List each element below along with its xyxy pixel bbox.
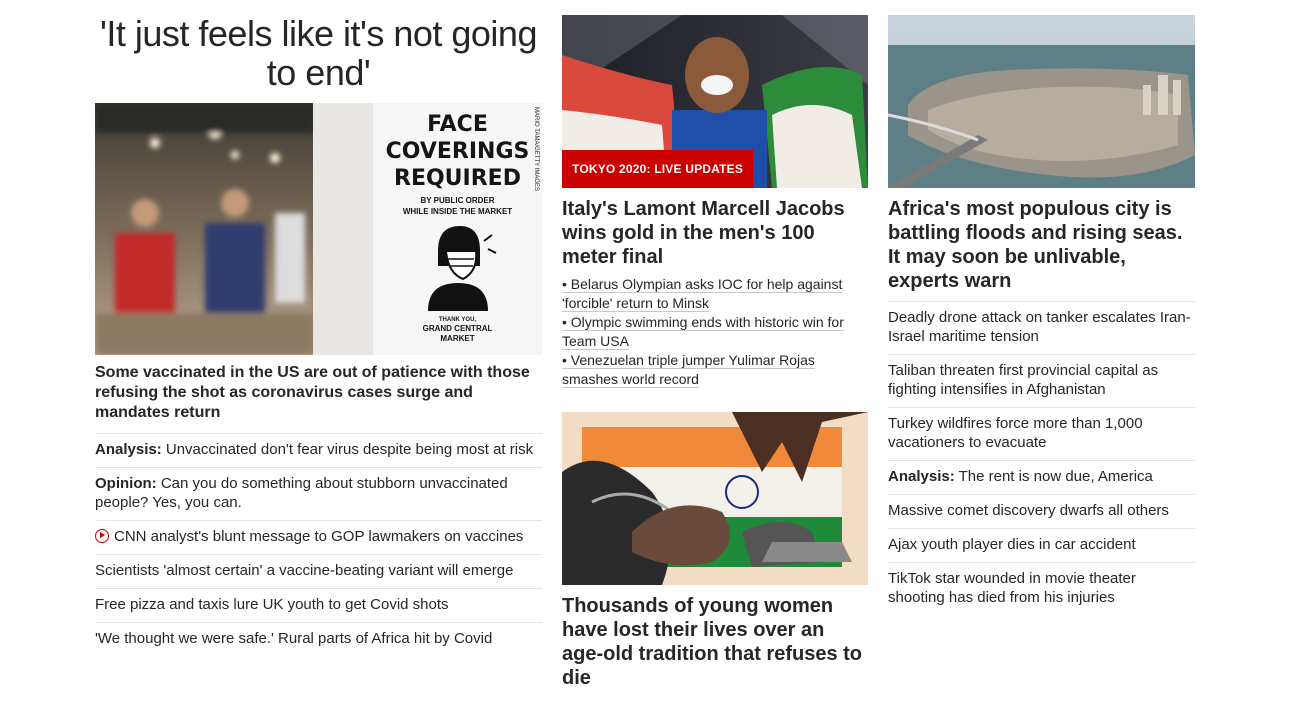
olympics-headline[interactable]: Italy's Lamont Marcell Jacobs wins gold … xyxy=(562,197,868,269)
analysis-kicker: Analysis: xyxy=(888,468,955,485)
opinion-kicker: Opinion: xyxy=(95,475,157,492)
list-item-text[interactable]: Free pizza and taxis lure UK youth to ge… xyxy=(95,596,449,613)
bullet-item[interactable]: • Belarus Olympian asks IOC for help aga… xyxy=(562,275,868,313)
world-news-list: Deadly drone attack on tanker escalates … xyxy=(888,301,1195,615)
sign-thank-you: THANK YOU, xyxy=(438,317,477,323)
tradition-image[interactable] xyxy=(562,412,868,585)
list-item[interactable]: Opinion: Can you do something about stub… xyxy=(95,467,542,520)
column-world: Africa's most populous city is battling … xyxy=(888,0,1195,615)
list-item-text[interactable]: Unvaccinated don't fear virus despite be… xyxy=(166,441,533,458)
list-item-text[interactable]: CNN analyst's blunt message to GOP lawma… xyxy=(114,528,523,545)
list-item[interactable]: TikTok star wounded in movie theater sho… xyxy=(888,562,1195,615)
column-olympics: TOKYO 2020: LIVE UPDATES Italy's Lamont … xyxy=(562,0,868,690)
sign-line-face: FACE xyxy=(427,112,488,137)
sign-line-coverings: COVERINGS xyxy=(385,139,530,164)
tradition-collage-illustration xyxy=(562,412,868,585)
bullet-item[interactable]: • Olympic swimming ends with historic wi… xyxy=(562,313,868,351)
list-item[interactable]: Scientists 'almost certain' a vaccine-be… xyxy=(95,554,542,588)
bullet-text[interactable]: • Olympic swimming ends with historic wi… xyxy=(562,314,844,350)
list-item[interactable]: Massive comet discovery dwarfs all other… xyxy=(888,494,1195,528)
photo-credit: MARIO TAMA/GETTY IMAGES xyxy=(533,107,539,192)
list-item[interactable]: Analysis: The rent is now due, America xyxy=(888,460,1195,494)
column-covid: 'It just feels like it's not going to en… xyxy=(95,0,542,656)
live-updates-badge[interactable]: TOKYO 2020: LIVE UPDATES xyxy=(562,150,754,188)
sign-line-inside-market: WHILE INSIDE THE MARKET xyxy=(402,207,513,216)
bullet-text[interactable]: • Venezuelan triple jumper Yulimar Rojas… xyxy=(562,352,815,388)
list-item-text[interactable]: Can you do something about stubborn unva… xyxy=(95,475,508,511)
video-play-icon xyxy=(95,529,109,543)
face-coverings-image[interactable]: FACE COVERINGS REQUIRED BY PUBLIC ORDER … xyxy=(95,103,542,355)
face-coverings-sign: FACE COVERINGS REQUIRED BY PUBLIC ORDER … xyxy=(373,103,542,355)
lagos-aerial-image[interactable] xyxy=(888,15,1195,188)
list-item-text[interactable]: Massive comet discovery dwarfs all other… xyxy=(888,502,1169,519)
sign-line-required: REQUIRED xyxy=(394,166,521,191)
list-item[interactable]: CNN analyst's blunt message to GOP lawma… xyxy=(95,520,542,554)
tradition-headline[interactable]: Thousands of young women have lost their… xyxy=(562,594,868,690)
olympics-bullets: • Belarus Olympian asks IOC for help aga… xyxy=(562,275,868,389)
list-item-text[interactable]: Turkey wildfires force more than 1,000 v… xyxy=(888,415,1143,451)
list-item[interactable]: Free pizza and taxis lure UK youth to ge… xyxy=(95,588,542,622)
list-item-text[interactable]: Scientists 'almost certain' a vaccine-be… xyxy=(95,562,513,579)
bullet-item[interactable]: • Venezuelan triple jumper Yulimar Rojas… xyxy=(562,351,868,389)
masked-face-icon xyxy=(427,226,496,311)
lagos-headline[interactable]: Africa's most populous city is battling … xyxy=(888,197,1195,293)
analysis-kicker: Analysis: xyxy=(95,441,162,458)
sign-grand-central: GRAND CENTRAL xyxy=(422,324,493,333)
list-item[interactable]: Turkey wildfires force more than 1,000 v… xyxy=(888,407,1195,460)
list-item-text[interactable]: The rent is now due, America xyxy=(959,468,1153,485)
lagos-aerial-illustration xyxy=(888,15,1195,188)
covid-related-list: Analysis: Unvaccinated don't fear virus … xyxy=(95,433,542,656)
sign-market: MARKET xyxy=(440,334,475,343)
list-item-text[interactable]: Deadly drone attack on tanker escalates … xyxy=(888,309,1191,345)
list-item-text[interactable]: Taliban threaten first provincial capita… xyxy=(888,362,1158,398)
list-item[interactable]: 'We thought we were safe.' Rural parts o… xyxy=(95,622,542,656)
sprinter-image[interactable]: TOKYO 2020: LIVE UPDATES xyxy=(562,15,868,188)
sign-line-public-order: BY PUBLIC ORDER xyxy=(420,196,495,205)
list-item-text[interactable]: TikTok star wounded in movie theater sho… xyxy=(888,570,1136,606)
bullet-text[interactable]: • Belarus Olympian asks IOC for help aga… xyxy=(562,276,843,312)
main-story-caption[interactable]: Some vaccinated in the US are out of pat… xyxy=(95,363,542,423)
list-item[interactable]: Analysis: Unvaccinated don't fear virus … xyxy=(95,433,542,467)
list-item-text[interactable]: 'We thought we were safe.' Rural parts o… xyxy=(95,630,492,647)
list-item[interactable]: Ajax youth player dies in car accident xyxy=(888,528,1195,562)
list-item-text[interactable]: Ajax youth player dies in car accident xyxy=(888,536,1136,553)
list-item[interactable]: Taliban threaten first provincial capita… xyxy=(888,354,1195,407)
list-item[interactable]: Deadly drone attack on tanker escalates … xyxy=(888,301,1195,354)
hero-headline[interactable]: 'It just feels like it's not going to en… xyxy=(95,14,542,92)
